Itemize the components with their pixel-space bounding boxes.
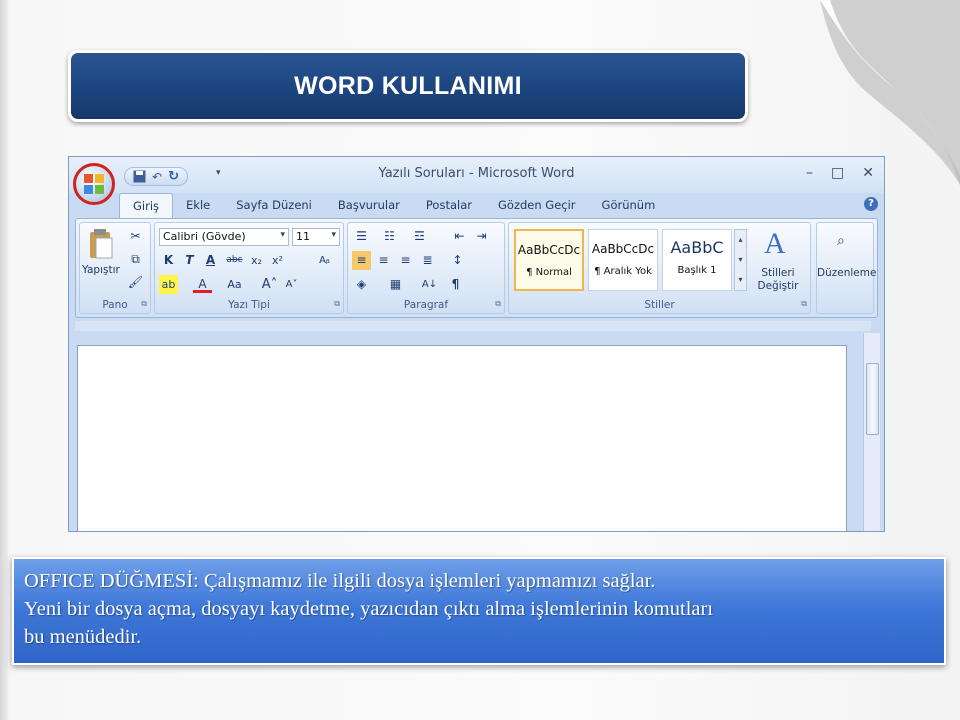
group-paragraf: ☰ ☷ ☲ ⇤ ⇥ ≡ ≡ ≡ ≣ ↕ ◈ ▦ A↓ ¶ Paragraf ⧉ (347, 222, 505, 314)
font-size-select[interactable]: 11 ▾ (292, 228, 340, 246)
window-controls: – □ ✕ (806, 165, 874, 181)
subscript-icon[interactable]: x₂ (247, 251, 266, 270)
slide-title: WORD KULLANIMI (294, 71, 522, 100)
ribbon-tabs: Giriş Ekle Sayfa Düzeni Başvurular Posta… (119, 193, 669, 220)
minimize-button[interactable]: – (806, 165, 813, 181)
maximize-button[interactable]: □ (831, 165, 844, 181)
group-stiller: AaBbCcDc ¶ Normal AaBbCcDc ¶ Aralık Yok … (508, 222, 811, 314)
sort-icon[interactable]: A↓ (420, 275, 439, 294)
undo-icon[interactable]: ↶ (152, 170, 162, 184)
slide-left-edge (0, 0, 8, 720)
style-preview: AaBbCcDc (517, 243, 581, 257)
group-yazi-tipi: Calibri (Gövde) ▾ 11 ▾ K T A abc x₂ x² Aᵦ … (154, 222, 344, 314)
tab-postalar[interactable]: Postalar (413, 193, 485, 219)
highlight-icon[interactable]: ab (159, 275, 178, 294)
grow-font-icon[interactable]: A˄ (260, 275, 279, 294)
dialog-launcher-icon[interactable]: ⧉ (334, 299, 340, 309)
group-label-yazi-tipi: Yazı Tipi (228, 299, 270, 311)
help-icon[interactable]: ? (864, 197, 878, 211)
show-marks-icon[interactable]: ¶ (446, 275, 465, 294)
font-family-value: Calibri (Gövde) (163, 230, 246, 243)
binoculars-icon[interactable]: ⌕ (837, 233, 845, 249)
dialog-launcher-icon[interactable]: ⧉ (801, 299, 807, 309)
decrease-indent-icon[interactable]: ⇤ (450, 227, 469, 246)
vertical-scrollbar[interactable] (863, 333, 880, 531)
font-color-icon[interactable]: A (193, 275, 212, 293)
caption-line-1: OFFICE DÜĞMESİ: Çalışmamız ile ilgili do… (24, 570, 656, 592)
superscript-icon[interactable]: x² (268, 251, 287, 270)
quick-access-toolbar: ↶ ↻ (124, 167, 188, 186)
group-label-pano: Pano (102, 299, 128, 311)
line-spacing-icon[interactable]: ↕ (448, 251, 467, 270)
styles-scroll[interactable]: ▴ ▾ ▾ (734, 229, 747, 291)
align-right-icon[interactable]: ≡ (396, 251, 415, 270)
strikethrough-icon[interactable]: abc (225, 251, 244, 270)
close-button[interactable]: ✕ (862, 165, 874, 181)
borders-icon[interactable]: ▦ (386, 275, 405, 294)
window-title: Yazılı Soruları - Microsoft Word (378, 166, 575, 181)
style-preview: AaBbC (670, 238, 724, 257)
office-button[interactable] (73, 163, 115, 205)
group-duzenleme: ⌕ Düzenleme (816, 222, 876, 314)
style-baslik-1[interactable]: AaBbC Başlık 1 (662, 229, 732, 291)
bullets-icon[interactable]: ☰ (352, 227, 371, 246)
change-case-icon[interactable]: Aa (225, 275, 244, 294)
align-left-icon[interactable]: ≡ (352, 251, 371, 270)
group-label-stiller: Stiller (644, 299, 675, 311)
tab-gozden-gecir[interactable]: Gözden Geçir (485, 193, 589, 219)
italic-icon[interactable]: T (180, 251, 199, 270)
office-logo-icon (84, 174, 104, 194)
paste-icon[interactable] (88, 228, 114, 260)
change-styles-label[interactable]: Stilleri Değiştir (749, 267, 807, 293)
tab-basvurular[interactable]: Başvurular (325, 193, 413, 219)
scrollbar-thumb[interactable] (866, 363, 879, 435)
style-name: ¶ Normal (526, 267, 572, 278)
font-size-value: 11 (296, 230, 310, 243)
bold-icon[interactable]: K (159, 251, 178, 270)
underline-icon[interactable]: A (201, 251, 220, 270)
document-page[interactable] (77, 345, 847, 531)
shading-icon[interactable]: ◈ (352, 275, 371, 294)
multilevel-list-icon[interactable]: ☲ (410, 227, 429, 246)
editing-label[interactable]: Düzenleme (817, 267, 876, 279)
style-normal[interactable]: AaBbCcDc ¶ Normal (514, 229, 584, 291)
tab-gorunum[interactable]: Görünüm (589, 193, 669, 219)
style-preview: AaBbCcDc (591, 242, 655, 256)
caption-line-3: bu menüdedir. (24, 626, 142, 648)
style-aralik-yok[interactable]: AaBbCcDc ¶ Aralık Yok (588, 229, 658, 291)
increase-indent-icon[interactable]: ⇥ (472, 227, 491, 246)
save-icon[interactable] (133, 170, 146, 183)
customize-toolbar-icon[interactable]: ▾ (216, 168, 221, 178)
justify-icon[interactable]: ≣ (418, 251, 437, 270)
copy-icon[interactable]: ⧉ (126, 250, 145, 269)
caption-box: OFFICE DÜĞMESİ: Çalışmamız ile ilgili do… (12, 557, 946, 665)
change-styles-icon[interactable]: A (764, 227, 786, 261)
ribbon: Yapıştır ✂ ⧉ 🖌 Pano ⧉ Calibri (Gövde) ▾ 1… (75, 218, 878, 318)
numbering-icon[interactable]: ☷ (380, 227, 399, 246)
word-window: Yazılı Soruları - Microsoft Word – □ ✕ ↶… (68, 156, 885, 532)
paste-label[interactable]: Yapıştır (82, 264, 120, 276)
ruler (75, 321, 871, 331)
group-label-paragraf: Paragraf (403, 299, 449, 311)
font-family-select[interactable]: Calibri (Gövde) ▾ (159, 228, 289, 246)
format-painter-icon[interactable]: 🖌 (126, 273, 145, 292)
style-name: Başlık 1 (677, 265, 717, 276)
dialog-launcher-icon[interactable]: ⧉ (141, 299, 147, 309)
tab-sayfa-duzeni[interactable]: Sayfa Düzeni (223, 193, 325, 219)
shrink-font-icon[interactable]: A˅ (282, 275, 301, 294)
clear-formatting-icon[interactable]: Aᵦ (315, 251, 334, 270)
dialog-launcher-icon[interactable]: ⧉ (495, 299, 501, 309)
style-name: ¶ Aralık Yok (594, 266, 652, 277)
title-bar: Yazılı Soruları - Microsoft Word – □ ✕ (69, 157, 884, 193)
caption-line-2: Yeni bir dosya açma, dosyayı kaydetme, y… (24, 598, 714, 620)
tab-ekle[interactable]: Ekle (173, 193, 223, 219)
title-banner: WORD KULLANIMI (68, 50, 748, 122)
group-pano: Yapıştır ✂ ⧉ 🖌 Pano ⧉ (79, 222, 151, 314)
align-center-icon[interactable]: ≡ (374, 251, 393, 270)
tab-giris[interactable]: Giriş (119, 193, 174, 220)
redo-icon[interactable]: ↻ (168, 169, 179, 184)
cut-icon[interactable]: ✂ (126, 227, 145, 246)
